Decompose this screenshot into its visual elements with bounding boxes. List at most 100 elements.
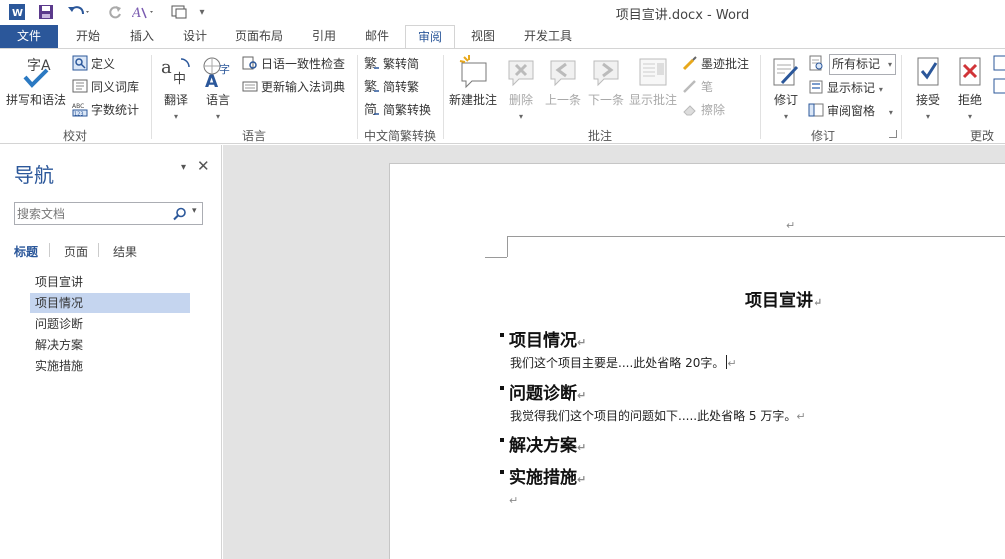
paragraph-mark: ↵ bbox=[813, 296, 823, 309]
define-button[interactable]: 定义 bbox=[72, 54, 115, 74]
svg-text:A: A bbox=[205, 72, 219, 91]
delete-comment-button[interactable]: 删除 ▾ bbox=[502, 53, 540, 123]
paragraph-mark: ↵ bbox=[727, 357, 737, 370]
chinese-conversion-group-label: 中文简繁转换 bbox=[363, 129, 436, 143]
document-title-text: 项目宣讲 bbox=[745, 291, 813, 311]
chevron-down-icon: ▾ bbox=[887, 60, 892, 69]
section-body[interactable]: 我们这个项目主要是....此处省略 20字。 ↵ bbox=[510, 354, 737, 371]
nav-heading-item[interactable]: 解决方案 bbox=[30, 335, 190, 355]
delete-comment-icon bbox=[508, 60, 534, 87]
markup-select-value: 所有标记 bbox=[832, 57, 881, 71]
chinese-conversion-button[interactable]: 简简繁转换 bbox=[364, 100, 431, 120]
document-title-heading[interactable]: 项目宣讲↵ bbox=[745, 286, 822, 311]
paragraph-mark: ↵ bbox=[577, 389, 587, 402]
reviewing-pane-button[interactable]: 审阅窗格 ▾ bbox=[808, 101, 893, 121]
tab-references[interactable]: 引用 bbox=[300, 25, 348, 49]
new-comment-button[interactable]: 新建批注 bbox=[446, 53, 500, 123]
traditional-to-simplified-icon: 繁 bbox=[364, 56, 379, 71]
japanese-consistency-button[interactable]: 日语一致性检查 bbox=[242, 54, 345, 74]
document-title: 项目宣讲.docx - Word bbox=[615, 8, 750, 23]
spelling-label: 拼写和语法 bbox=[5, 93, 66, 107]
show-markup-button[interactable]: 显示标记 ▾ bbox=[808, 78, 883, 98]
previous-comment-label: 上一条 bbox=[544, 93, 581, 107]
ink-comment-button[interactable]: 墨迹批注 bbox=[682, 54, 749, 74]
tab-insert[interactable]: 插入 bbox=[118, 25, 166, 49]
search-icon[interactable] bbox=[173, 207, 187, 221]
tab-home[interactable]: 开始 bbox=[64, 25, 112, 49]
tab-design[interactable]: 设计 bbox=[171, 25, 219, 49]
pen-icon bbox=[683, 80, 696, 93]
margin-corner-mark bbox=[485, 257, 507, 258]
thesaurus-button[interactable]: 同义词库 bbox=[72, 77, 139, 97]
nav-tab-results[interactable]: 结果 bbox=[113, 243, 137, 260]
thesaurus-label: 同义词库 bbox=[91, 80, 140, 94]
dialog-launcher-icon[interactable] bbox=[889, 130, 897, 138]
eraser-icon bbox=[683, 105, 696, 116]
previous-change-button[interactable] bbox=[993, 54, 1005, 74]
navigation-search-box: ▾ bbox=[14, 202, 203, 225]
next-comment-button[interactable]: 下一条 bbox=[585, 53, 627, 123]
next-comment-icon bbox=[593, 60, 619, 87]
nav-heading-item[interactable]: 实施措施 bbox=[30, 356, 190, 376]
consistency-check-icon bbox=[242, 56, 257, 70]
spelling-grammar-button[interactable]: 字A 拼写和语法 bbox=[4, 53, 68, 123]
section-heading[interactable]: 问题诊断↵ bbox=[500, 379, 586, 404]
paragraph-mark: ↵ bbox=[577, 473, 587, 486]
markup-display-icon-button[interactable] bbox=[808, 54, 827, 74]
reject-button[interactable]: 拒绝 ▾ bbox=[950, 53, 990, 123]
close-icon[interactable]: ✕ bbox=[197, 157, 210, 175]
nav-heading-item[interactable]: 问题诊断 bbox=[30, 314, 190, 334]
section-body[interactable]: 我觉得我们这个项目的问题如下.....此处省略 5 万字。↵ bbox=[510, 407, 806, 424]
next-change-icon bbox=[993, 78, 1005, 94]
svg-text:a: a bbox=[161, 57, 172, 78]
tab-view[interactable]: 视图 bbox=[459, 25, 507, 49]
update-ime-dictionary-button[interactable]: 更新输入法词典 bbox=[242, 77, 345, 97]
word-count-button[interactable]: ABC 123 字数统计 bbox=[72, 100, 139, 120]
simplified-to-traditional-icon: 繁 bbox=[364, 79, 379, 94]
to-simplified-button[interactable]: 繁繁转简 bbox=[364, 54, 419, 74]
nav-tab-headings[interactable]: 标题 bbox=[14, 243, 38, 260]
pen-button[interactable]: 笔 bbox=[682, 77, 713, 97]
word-count-label: 字数统计 bbox=[91, 103, 140, 117]
nav-tab-pages[interactable]: 页面 bbox=[64, 243, 88, 260]
ink-comment-icon bbox=[682, 56, 697, 71]
nav-heading-item-selected[interactable]: 项目情况 bbox=[30, 293, 190, 313]
next-change-button[interactable] bbox=[993, 77, 1005, 97]
navigation-title: 导航 bbox=[14, 163, 54, 187]
nav-heading-item[interactable]: 项目宣讲 bbox=[30, 272, 190, 292]
tab-layout[interactable]: 页面布局 bbox=[226, 25, 292, 49]
tab-review[interactable]: 审阅 bbox=[405, 25, 455, 50]
section-heading[interactable]: 解决方案↵ bbox=[500, 431, 586, 456]
chevron-down-icon[interactable]: ▾ bbox=[192, 206, 197, 216]
markup-select[interactable]: 所有标记 ▾ bbox=[829, 54, 896, 75]
search-input[interactable] bbox=[17, 205, 167, 222]
previous-comment-button[interactable]: 上一条 bbox=[542, 53, 584, 123]
translate-button[interactable]: a 中 翻译 ▾ bbox=[156, 53, 196, 123]
to-traditional-button[interactable]: 繁简转繁 bbox=[364, 77, 419, 97]
language-button[interactable]: A 字 语言 ▾ bbox=[198, 53, 238, 123]
ime-dictionary-icon bbox=[242, 81, 258, 92]
tab-file[interactable]: 文件 bbox=[0, 25, 58, 49]
bullet-marker bbox=[500, 470, 504, 474]
show-comments-button[interactable]: 显示批注 bbox=[627, 53, 679, 123]
paragraph-mark: ↵ bbox=[796, 410, 806, 423]
navigation-pane: 导航 ▾ ✕ ▾ 标题 页面 结果 项目宣讲 项目情况 问题诊断 解决方案 实施… bbox=[0, 145, 222, 559]
tab-developer[interactable]: 开发工具 bbox=[515, 25, 581, 49]
accept-icon bbox=[917, 57, 939, 86]
bullet-marker bbox=[500, 333, 504, 337]
pane-options-icon[interactable]: ▾ bbox=[181, 162, 186, 173]
bullet-marker bbox=[500, 386, 504, 390]
header-corner-mark bbox=[507, 236, 508, 257]
document-page[interactable]: ↵ 项目宣讲↵ 项目情况↵ 我们这个项目主要是....此处省略 20字。 ↵ 问题… bbox=[389, 163, 1005, 559]
track-changes-button[interactable]: 修订 ▾ bbox=[766, 53, 806, 123]
section-heading[interactable]: 实施措施↵ bbox=[500, 463, 586, 488]
to-traditional-label: 简转繁 bbox=[383, 80, 420, 94]
language-group-label: 语言 bbox=[241, 129, 266, 143]
section-heading-text: 实施措施 bbox=[509, 468, 577, 488]
eraser-button[interactable]: 擦除 bbox=[682, 100, 725, 120]
spelling-check-icon: 字A bbox=[23, 58, 51, 88]
next-comment-label: 下一条 bbox=[587, 93, 624, 107]
section-heading[interactable]: 项目情况↵ bbox=[500, 326, 586, 351]
accept-button[interactable]: 接受 ▾ bbox=[908, 53, 948, 123]
tab-mailings[interactable]: 邮件 bbox=[353, 25, 401, 49]
